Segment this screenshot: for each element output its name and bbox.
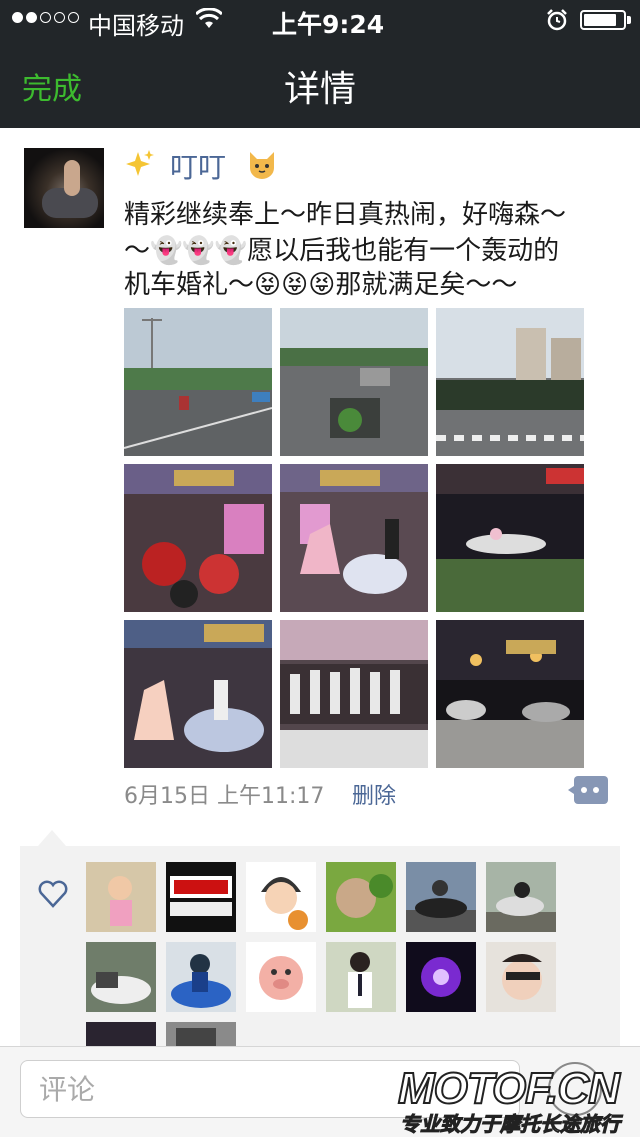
liker-avatar[interactable] <box>166 942 236 1012</box>
post-text-line: ～👻👻👻愿以后我也能有一个轰动的 <box>124 236 560 266</box>
liker-avatar[interactable] <box>326 862 396 932</box>
signal-strength-icon <box>12 12 79 23</box>
post-timestamp: 6月15日 上午11:17 <box>124 784 325 809</box>
post-photo[interactable] <box>280 308 428 456</box>
likes-panel-arrow <box>38 830 66 846</box>
alarm-clock-icon <box>547 9 567 31</box>
sparkles-icon <box>126 150 154 176</box>
liker-avatar[interactable] <box>246 862 316 932</box>
heart-icon <box>38 880 68 908</box>
page-title: 详情 <box>283 69 356 110</box>
liker-avatar[interactable] <box>486 942 556 1012</box>
post-text-line: 机车婚礼～😝😝😝那就满足矣～～ <box>124 270 518 300</box>
post-text-line: 精彩继续奉上～昨日真热闹，好嗨森～ <box>124 200 567 230</box>
liker-avatar[interactable] <box>166 862 236 932</box>
post-photo[interactable] <box>436 308 584 456</box>
cat-face-icon <box>250 152 274 179</box>
post-photo[interactable] <box>436 464 584 612</box>
post-photo[interactable] <box>124 464 272 612</box>
post-photo[interactable] <box>124 620 272 768</box>
liker-avatar[interactable] <box>166 1022 236 1046</box>
comment-menu-icon[interactable] <box>568 776 608 804</box>
liker-avatar[interactable] <box>486 862 556 932</box>
post-photo[interactable] <box>436 620 584 768</box>
liker-avatar[interactable] <box>406 942 476 1012</box>
battery-tip <box>627 16 631 24</box>
post-photo[interactable] <box>124 308 272 456</box>
nav-bar: 完成 详情 <box>0 40 640 128</box>
author-name[interactable]: 叮叮 <box>170 146 226 186</box>
post-photo[interactable] <box>280 620 428 768</box>
comment-input[interactable] <box>20 1060 520 1118</box>
liker-avatar[interactable] <box>86 1022 156 1046</box>
battery-icon <box>580 10 626 30</box>
carrier-label: 中国移动 <box>88 12 184 40</box>
emoji-button[interactable] <box>548 1062 602 1116</box>
status-bar: 中国移动 上午9:24 <box>0 0 640 40</box>
delete-post-link[interactable]: 删除 <box>352 778 396 810</box>
liker-avatar[interactable] <box>86 942 156 1012</box>
wifi-icon <box>196 8 222 28</box>
status-time: 上午9:24 <box>272 10 385 39</box>
liker-avatar[interactable] <box>326 942 396 1012</box>
liker-avatar[interactable] <box>246 942 316 1012</box>
author-avatar[interactable] <box>24 148 104 228</box>
liker-avatar[interactable] <box>86 862 156 932</box>
liker-avatar[interactable] <box>406 862 476 932</box>
post-photo[interactable] <box>280 464 428 612</box>
